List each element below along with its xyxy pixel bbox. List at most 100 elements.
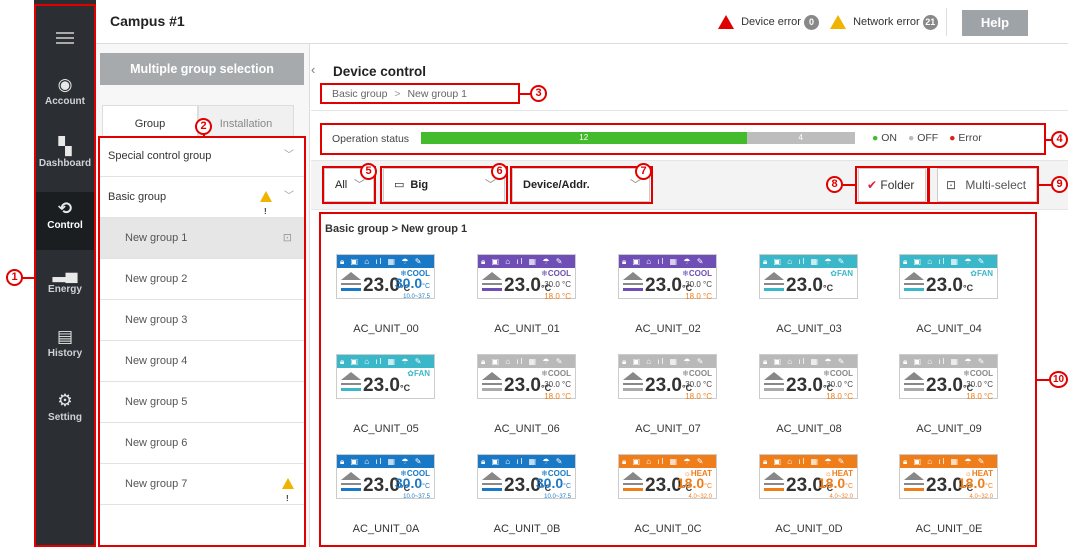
multi-select-label: Multi-select <box>965 178 1027 192</box>
nav-dashboard[interactable]: ▚ Dashboard <box>34 136 96 186</box>
temp-range: 4.0~32.0 <box>688 494 712 500</box>
group-item-new-group-6[interactable]: New group 6 <box>100 423 304 464</box>
nav-energy[interactable]: ▂▄ Energy <box>34 262 96 312</box>
nav-label: Account <box>45 96 85 107</box>
edit-icon[interactable]: ⊡ <box>283 218 292 258</box>
on-dot-icon: ● <box>872 132 879 144</box>
off-dot-icon: ● <box>907 132 915 144</box>
temp-range: 10.0~37.5 <box>403 494 430 500</box>
group-item-new-group-1[interactable]: New group 1 ⊡ <box>100 218 304 259</box>
mode-label: ❄COOL <box>682 369 712 378</box>
page-title: Campus #1 <box>110 13 185 29</box>
lock-icon: 🔒︎ <box>481 357 488 366</box>
folder-toggle[interactable]: ✔ Folder <box>858 168 926 202</box>
device-card[interactable]: 🔒︎ ▣ ⌂ ıl ▦ ☂ ✎ 23.0°C ❄COOL 30.0 °C 18.0 °C <box>759 354 858 401</box>
size-select[interactable]: ▭ Big ﹀ <box>383 168 505 202</box>
indoor-unit-icon <box>764 272 784 294</box>
breadcrumb-item[interactable]: Basic group <box>332 88 387 100</box>
device-name: AC_UNIT_06 <box>494 423 560 435</box>
device-card[interactable]: 🔒︎ ▣ ⌂ ıl ▦ ☂ ✎ 23.0°C ❄COOL 30.0 °C 18.0 °C <box>618 354 717 401</box>
device-card[interactable]: 🔒︎ ▣ ⌂ ıl ▦ ☂ ✎ 23.0°C ❄COOL 30.0°C 10.0~37.… <box>336 254 435 300</box>
sidebar: ◉ Account ▚ Dashboard ⟲ Control ▂▄ Energy ▤ H… <box>34 0 96 547</box>
callout-2: 2 <box>195 118 212 135</box>
card-status-bar: 🔒︎ ▣ ⌂ ıl ▦ ☂ ✎ <box>900 255 997 268</box>
device-card[interactable]: 🔒︎ ▣ ⌂ ıl ▦ ☂ ✎ 23.0°C ❄COOL 30.0 °C 18.0 °C <box>899 354 998 402</box>
operation-on-bar: 12 <box>421 132 747 144</box>
indoor-unit-icon <box>904 272 924 294</box>
device-name: AC_UNIT_0E <box>915 523 983 535</box>
nav-account[interactable]: ◉ Account <box>34 74 96 124</box>
card-status-bar: 🔒︎ ▣ ⌂ ıl ▦ ☂ ✎ <box>760 455 857 468</box>
group-item-special[interactable]: Special control group ﹀ <box>100 136 304 177</box>
device-path-label: Basic group > New group 1 <box>325 223 468 235</box>
group-label: New group 3 <box>125 314 188 326</box>
lock-icon: 🔒︎ <box>340 457 347 466</box>
menu-icon[interactable] <box>56 32 74 44</box>
mode-label: ❄COOL <box>541 369 571 378</box>
help-button[interactable]: Help <box>962 10 1028 36</box>
device-error-indicator[interactable]: Device error 0 <box>718 15 820 30</box>
device-card[interactable]: 🔒︎ ▣ ⌂ ıl ▦ ☂ ✎ 23.0°C ❄COOL 30.0°C 10.0~37.… <box>336 454 435 500</box>
set-temp: 18.0°C 4.0~32.0 <box>957 475 993 500</box>
group-item-new-group-5[interactable]: New group 5 <box>100 382 304 423</box>
nav-history[interactable]: ▤ History <box>34 326 96 376</box>
nav-label: Setting <box>48 412 82 423</box>
device-card[interactable]: 🔒︎ ▣ ⌂ ıl ▦ ☂ ✎ 23.0°C ✿FAN <box>759 254 858 299</box>
operation-off-bar: 4 <box>747 132 856 144</box>
mode-label: ❄COOL <box>541 269 571 278</box>
multi-select-button[interactable]: ⊡ Multi-select <box>937 168 1037 202</box>
breadcrumb-item[interactable]: New group 1 <box>407 88 467 100</box>
sort-select[interactable]: Device/Addr. ﹀ <box>512 168 650 202</box>
mode-label: ❄COOL <box>963 369 993 378</box>
device-card[interactable]: 🔒︎ ▣ ⌂ ıl ▦ ☂ ✎ 23.0°C ✿FAN <box>336 354 435 399</box>
callout-1: 1 <box>6 269 23 286</box>
multiple-group-selection-button[interactable]: Multiple group selection <box>100 53 304 85</box>
device-card[interactable]: 🔒︎ ▣ ⌂ ıl ▦ ☂ ✎ 23.0°C ❄COOL 30.0 °C 18.0 °C <box>477 354 576 402</box>
group-item-new-group-7[interactable]: New group 7 <box>100 464 304 519</box>
mode-icon: ✿ <box>407 369 414 378</box>
device-name: AC_UNIT_05 <box>353 423 419 435</box>
nav-setting[interactable]: ⚙ Setting <box>34 390 96 440</box>
set-temp: 30.0 °C 18.0 °C <box>544 280 571 302</box>
device-name: AC_UNIT_0D <box>775 523 843 535</box>
lock-icon: 🔒︎ <box>622 257 629 266</box>
mode-icon: ❄ <box>541 269 548 278</box>
device-card[interactable]: 🔒︎ ▣ ⌂ ıl ▦ ☂ ✎ 23.0°C ☼HEAT 18.0°C 4.0~32.0 <box>618 454 717 500</box>
lock-icon: 🔒︎ <box>763 457 770 466</box>
lock-icon: 🔒︎ <box>903 457 910 466</box>
group-item-new-group-4[interactable]: New group 4 <box>100 341 304 382</box>
group-item-basic[interactable]: Basic group ﹀ <box>100 177 304 232</box>
checkmark-icon: ✔ <box>867 178 878 192</box>
callout-6: 6 <box>491 163 508 180</box>
cool-setpoint: 30.0 °C <box>685 280 712 289</box>
device-name: AC_UNIT_0B <box>493 523 561 535</box>
warning-icon <box>282 478 294 519</box>
group-item-new-group-3[interactable]: New group 3 <box>100 300 304 341</box>
network-error-indicator[interactable]: Network error 21 <box>830 15 938 30</box>
section-title: Device control <box>333 64 427 79</box>
mode-label: ✿FAN <box>830 269 853 278</box>
card-status-bar: 🔒︎ ▣ ⌂ ıl ▦ ☂ ✎ <box>619 455 716 468</box>
group-item-new-group-2[interactable]: New group 2 <box>100 259 304 300</box>
current-temp: 23.0°C <box>786 275 834 296</box>
device-name: AC_UNIT_03 <box>776 323 842 335</box>
group-label: New group 2 <box>125 273 188 285</box>
device-card[interactable]: 🔒︎ ▣ ⌂ ıl ▦ ☂ ✎ 23.0°C ❄COOL 30.0 °C 18.0 °C <box>477 254 576 302</box>
mode-label: ❄COOL <box>823 369 853 378</box>
set-temp: 30.0 °C 18.0 °C <box>544 380 571 402</box>
set-temp: 30.0°C 10.0~37.5 <box>394 275 430 300</box>
temp-range: 4.0~32.0 <box>829 494 853 500</box>
group-label: Basic group <box>108 191 167 203</box>
error-triangle-icon <box>718 15 734 30</box>
nav-control[interactable]: ⟲ Control <box>34 192 96 250</box>
collapse-panel-button[interactable]: ‹ <box>311 62 321 82</box>
indoor-unit-icon <box>623 472 643 494</box>
device-card[interactable]: 🔒︎ ▣ ⌂ ıl ▦ ☂ ✎ 23.0°C ❄COOL 30.0°C 10.0~37.… <box>477 454 576 500</box>
set-temp: 30.0 °C 18.0 °C <box>966 380 993 402</box>
device-card[interactable]: 🔒︎ ▣ ⌂ ıl ▦ ☂ ✎ 23.0°C ✿FAN <box>899 254 998 299</box>
device-card[interactable]: 🔒︎ ▣ ⌂ ıl ▦ ☂ ✎ 23.0°C ❄COOL 30.0 °C 18.0 °C <box>618 254 717 301</box>
operation-status-label: Operation status <box>332 133 410 145</box>
device-card[interactable]: 🔒︎ ▣ ⌂ ıl ▦ ☂ ✎ 23.0°C ☼HEAT 18.0°C 4.0~32.0 <box>899 454 998 500</box>
device-card[interactable]: 🔒︎ ▣ ⌂ ıl ▦ ☂ ✎ 23.0°C ☼HEAT 18.0°C 4.0~32.0 <box>759 454 858 500</box>
indoor-unit-icon <box>482 372 502 394</box>
